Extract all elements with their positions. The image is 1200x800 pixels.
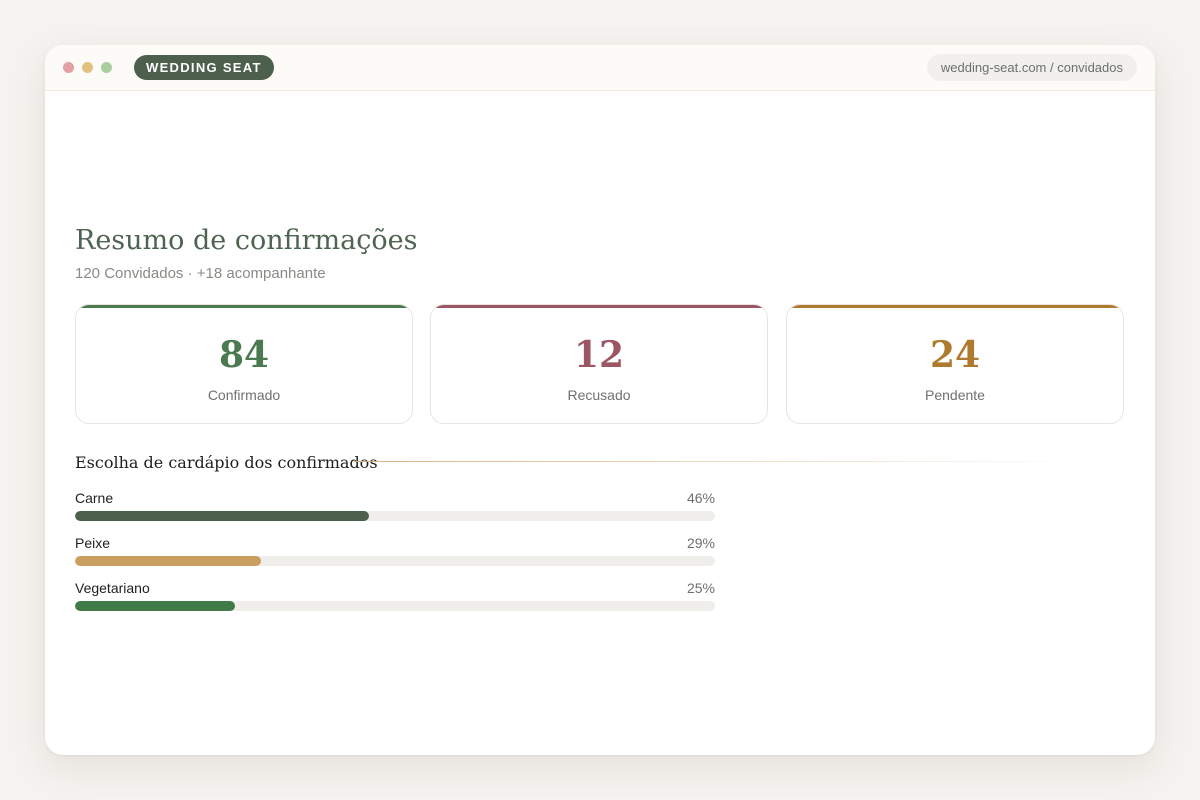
progress-track bbox=[75, 601, 715, 611]
menu-section-title: Escolha de cardápio dos confirmados bbox=[75, 453, 378, 472]
browser-window: WEDDING SEAT wedding-seat.com / convidad… bbox=[45, 45, 1155, 755]
pending-card: 24 Pendente bbox=[786, 304, 1124, 424]
menu-option-label: Vegetariano bbox=[75, 580, 150, 596]
brand-badge[interactable]: WEDDING SEAT bbox=[134, 55, 274, 80]
card-accent-bar bbox=[787, 305, 1123, 308]
progress-track bbox=[75, 556, 715, 566]
menu-option-percent: 25% bbox=[686, 580, 715, 596]
progress-fill bbox=[75, 556, 261, 566]
menu-option-vegetariano: Vegetariano 25% bbox=[75, 580, 715, 620]
declined-card: 12 Recusado bbox=[430, 304, 768, 424]
menu-option-carne: Carne 46% bbox=[75, 490, 715, 530]
card-accent-bar bbox=[431, 305, 767, 308]
progress-track bbox=[75, 511, 715, 521]
menu-option-percent: 46% bbox=[686, 490, 715, 506]
confirmed-label: Confirmado bbox=[207, 387, 281, 403]
maximize-window-dot-icon[interactable] bbox=[101, 62, 112, 73]
menu-option-label: Peixe bbox=[75, 535, 111, 551]
section-divider bbox=[354, 461, 1085, 462]
address-bar[interactable]: wedding-seat.com / convidados bbox=[926, 54, 1137, 81]
confirmed-card: 84 Confirmado bbox=[75, 304, 413, 424]
declined-count: 12 bbox=[573, 334, 625, 376]
pending-label: Pendente bbox=[925, 387, 985, 403]
close-window-dot-icon[interactable] bbox=[63, 62, 74, 73]
browser-titlebar: WEDDING SEAT wedding-seat.com / convidad… bbox=[45, 45, 1155, 91]
menu-option-percent: 29% bbox=[686, 535, 715, 551]
card-accent-bar bbox=[76, 305, 412, 308]
progress-fill bbox=[75, 601, 235, 611]
minimize-window-dot-icon[interactable] bbox=[82, 62, 93, 73]
confirmed-count: 84 bbox=[218, 334, 270, 376]
progress-fill bbox=[75, 511, 370, 521]
guest-count-subtitle: 120 Convidados · +18 acompanhante bbox=[75, 265, 326, 282]
page-title: Resumo de confirmações bbox=[75, 225, 418, 256]
menu-option-label: Carne bbox=[75, 490, 114, 506]
declined-label: Recusado bbox=[567, 387, 631, 403]
pending-count: 24 bbox=[929, 334, 981, 376]
menu-option-peixe: Peixe 29% bbox=[75, 535, 715, 575]
